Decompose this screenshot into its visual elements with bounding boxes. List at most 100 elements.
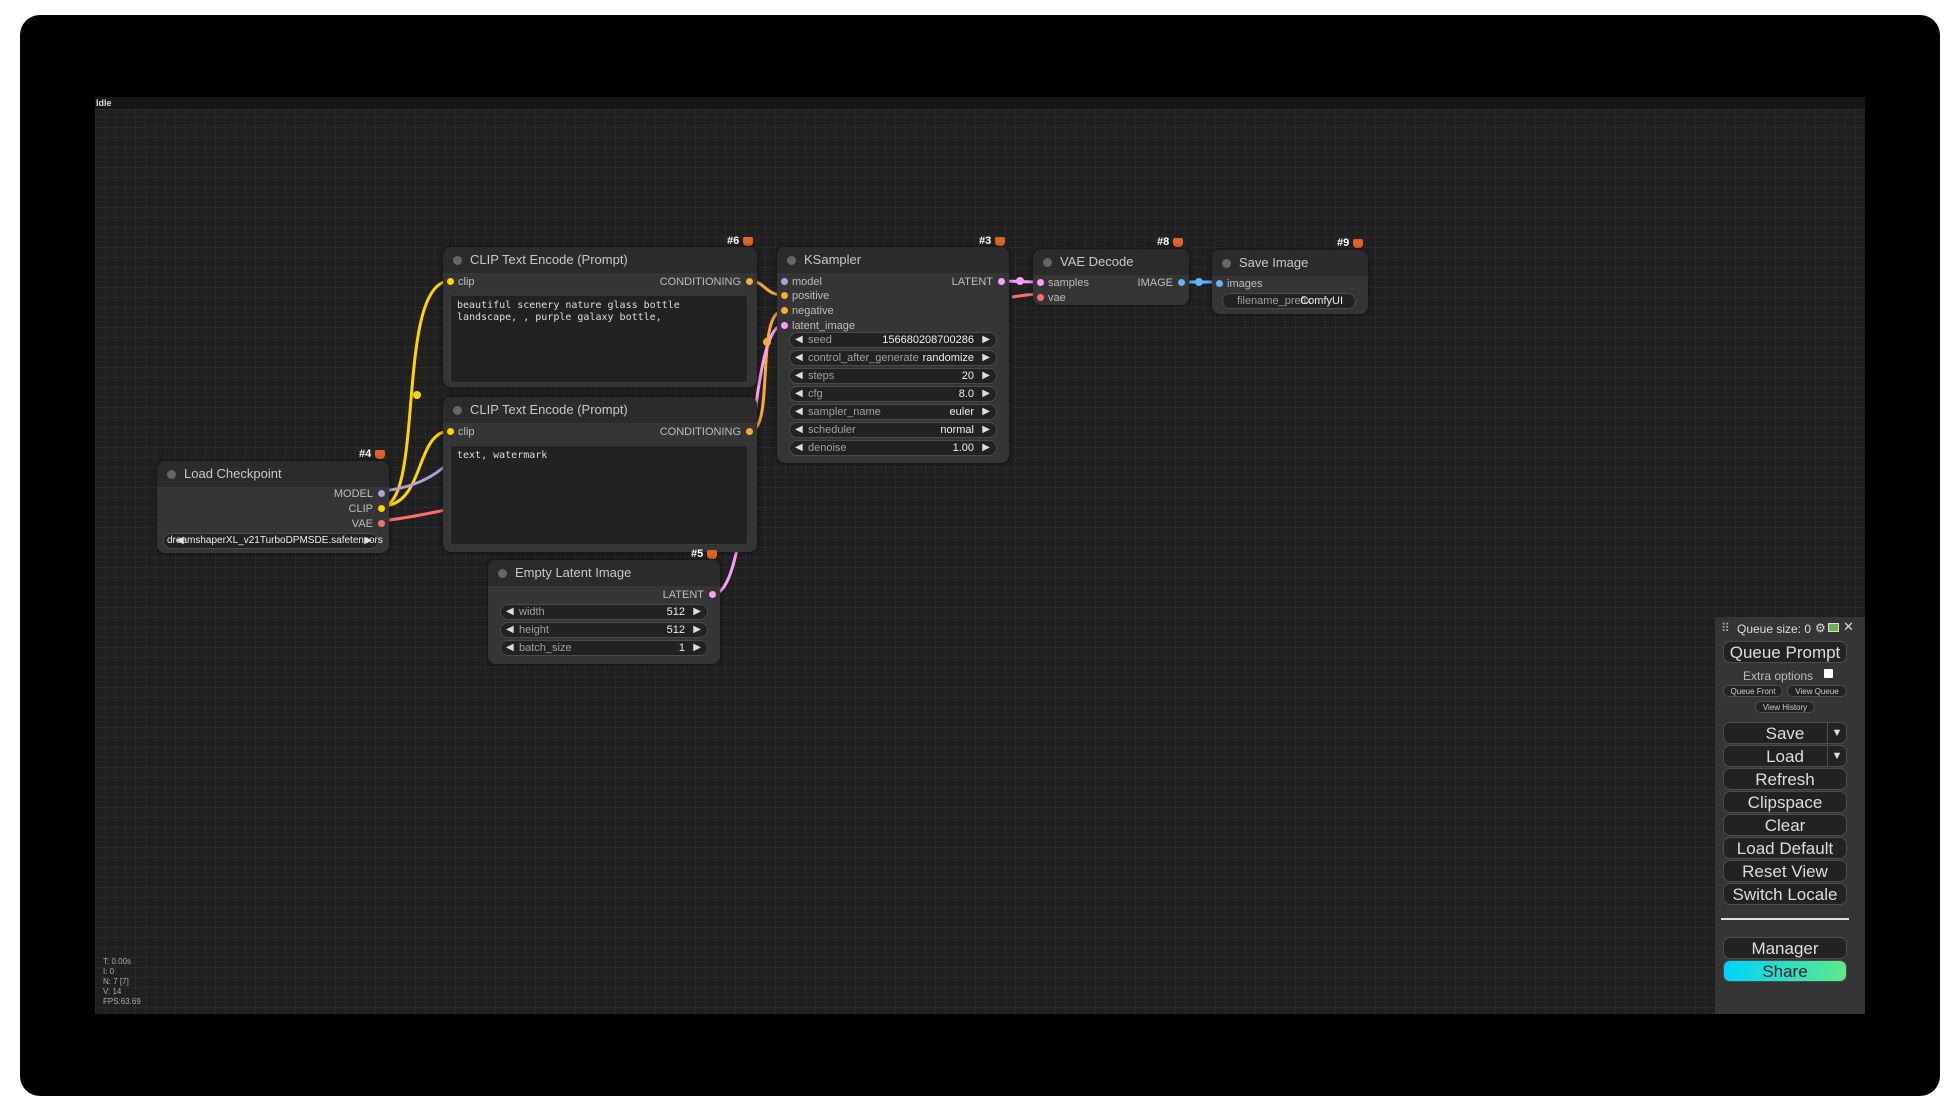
decrement-arrow-icon[interactable]: ◀ — [506, 623, 514, 637]
decrement-arrow-icon[interactable]: ◀ — [795, 441, 803, 455]
decrement-arrow-icon[interactable]: ◀ — [795, 423, 803, 437]
collapse-dot-icon[interactable] — [1043, 258, 1052, 267]
node-title[interactable]: Save Image — [1212, 250, 1368, 276]
increment-arrow-icon[interactable]: ▶ — [982, 387, 990, 401]
save-image-node[interactable]: Save Image images filename_prefix ComfyUI — [1212, 250, 1368, 314]
increment-arrow-icon[interactable]: ▶ — [982, 369, 990, 383]
load-default-button[interactable]: Load Default — [1723, 837, 1847, 859]
clear-button[interactable]: Clear — [1723, 814, 1847, 836]
decrement-arrow-icon[interactable]: ◀ — [795, 405, 803, 419]
widget-steps[interactable]: ◀ steps 20 ▶ — [789, 368, 997, 384]
collapse-dot-icon[interactable] — [453, 256, 462, 265]
input-clip-dot-icon[interactable] — [447, 428, 454, 435]
queue-menu-panel[interactable]: ⠿ Queue size: 0 ⚙ ✕ Queue Prompt Extra o… — [1715, 617, 1865, 1014]
node-title-text: CLIP Text Encode (Prompt) — [470, 402, 628, 417]
manager-button[interactable]: Manager — [1723, 937, 1847, 959]
increment-arrow-icon[interactable]: ▶ — [364, 534, 372, 548]
empty-latent-image-node[interactable]: Empty Latent Image LATENT ◀ width 512 ▶ ◀ he… — [488, 560, 720, 664]
extra-options-checkbox[interactable] — [1824, 669, 1833, 678]
switch-locale-button[interactable]: Switch Locale — [1723, 883, 1847, 905]
input-images-dot-icon[interactable] — [1216, 280, 1223, 287]
output-image-dot-icon[interactable] — [1178, 279, 1185, 286]
increment-arrow-icon[interactable]: ▶ — [982, 441, 990, 455]
widget-filename-prefix[interactable]: filename_prefix ComfyUI — [1222, 293, 1356, 309]
decrement-arrow-icon[interactable]: ◀ — [506, 641, 514, 655]
load-checkpoint-node[interactable]: Load Checkpoint MODEL CLIP VAE ◀ dreamsha… — [157, 461, 389, 553]
increment-arrow-icon[interactable]: ▶ — [982, 333, 990, 347]
increment-arrow-icon[interactable]: ▶ — [982, 351, 990, 365]
input-positive-dot-icon[interactable] — [781, 292, 788, 299]
output-model-dot-icon[interactable] — [378, 490, 385, 497]
decrement-arrow-icon[interactable]: ◀ — [795, 387, 803, 401]
widget-sampler-name[interactable]: ◀ sampler_name euler ▶ — [789, 404, 997, 420]
drag-handle-icon[interactable]: ⠿ — [1721, 621, 1730, 635]
widget-control-after-generate[interactable]: ◀ control_after_generate randomize ▶ — [789, 350, 997, 366]
close-icon[interactable]: ✕ — [1843, 619, 1854, 635]
gear-icon[interactable]: ⚙ — [1815, 621, 1826, 635]
node-title[interactable]: KSampler — [777, 247, 1009, 273]
input-negative-dot-icon[interactable] — [781, 307, 788, 314]
output-conditioning-dot-icon[interactable] — [746, 278, 753, 285]
input-latent-image-dot-icon[interactable] — [781, 322, 788, 329]
save-dropdown-icon[interactable]: ▼ — [1827, 723, 1846, 743]
output-latent-dot-icon[interactable] — [998, 278, 1005, 285]
view-queue-button[interactable]: View Queue — [1787, 685, 1847, 697]
panel-divider — [1721, 918, 1849, 920]
prompt-textarea[interactable]: text, watermark — [450, 445, 748, 545]
node-title[interactable]: Load Checkpoint — [157, 461, 389, 487]
input-vae-dot-icon[interactable] — [1037, 294, 1044, 301]
vae-decode-node[interactable]: VAE Decode samples vae IMAGE — [1033, 249, 1189, 305]
queue-prompt-button[interactable]: Queue Prompt — [1723, 641, 1847, 663]
ksampler-node[interactable]: KSampler model positive negative latent_… — [777, 247, 1009, 463]
comfyui-canvas[interactable]: Idle #6 CLIP Text Encode (Prompt) clip C… — [95, 97, 1865, 1014]
increment-arrow-icon[interactable]: ▶ — [982, 423, 990, 437]
decrement-arrow-icon[interactable]: ◀ — [795, 333, 803, 347]
input-model-label: model — [792, 276, 822, 288]
image-icon[interactable] — [1828, 623, 1839, 632]
widget-scheduler[interactable]: ◀ scheduler normal ▶ — [789, 422, 997, 438]
save-button[interactable]: Save ▼ — [1723, 722, 1847, 744]
input-samples-dot-icon[interactable] — [1037, 279, 1044, 286]
widget-ckpt-name[interactable]: ◀ dreamshaperXL_v21TurboDPMSDE.safetensor… — [163, 533, 383, 549]
output-latent-dot-icon[interactable] — [709, 591, 716, 598]
node-title[interactable]: Empty Latent Image — [488, 560, 720, 586]
refresh-button[interactable]: Refresh — [1723, 768, 1847, 790]
increment-arrow-icon[interactable]: ▶ — [693, 641, 701, 655]
decrement-arrow-icon[interactable]: ◀ — [795, 369, 803, 383]
increment-arrow-icon[interactable]: ▶ — [982, 405, 990, 419]
widget-cfg[interactable]: ◀ cfg 8.0 ▶ — [789, 386, 997, 402]
node-title[interactable]: VAE Decode — [1033, 249, 1189, 275]
clip-text-encode-positive-node[interactable]: CLIP Text Encode (Prompt) clip CONDITION… — [443, 247, 757, 387]
view-history-button[interactable]: View History — [1755, 701, 1815, 713]
queue-front-button[interactable]: Queue Front — [1723, 685, 1783, 697]
collapse-dot-icon[interactable] — [167, 470, 176, 479]
decrement-arrow-icon[interactable]: ◀ — [795, 351, 803, 365]
input-images-label: images — [1227, 278, 1263, 290]
widget-height[interactable]: ◀ height 512 ▶ — [500, 622, 708, 638]
clipspace-button[interactable]: Clipspace — [1723, 791, 1847, 813]
widget-width[interactable]: ◀ width 512 ▶ — [500, 604, 708, 620]
node-title[interactable]: CLIP Text Encode (Prompt) — [443, 397, 757, 423]
input-model-dot-icon[interactable] — [781, 278, 788, 285]
widget-denoise[interactable]: ◀ denoise 1.00 ▶ — [789, 440, 997, 456]
prompt-textarea[interactable]: beautiful scenery nature glass bottle la… — [450, 295, 748, 383]
widget-seed[interactable]: ◀ seed 156680208700286 ▶ — [789, 332, 997, 348]
node-title[interactable]: CLIP Text Encode (Prompt) — [443, 247, 757, 273]
output-conditioning-dot-icon[interactable] — [746, 428, 753, 435]
share-button[interactable]: Share — [1723, 960, 1847, 982]
increment-arrow-icon[interactable]: ▶ — [693, 623, 701, 637]
widget-batch-size[interactable]: ◀ batch_size 1 ▶ — [500, 640, 708, 656]
increment-arrow-icon[interactable]: ▶ — [693, 605, 701, 619]
collapse-dot-icon[interactable] — [1222, 259, 1231, 268]
load-dropdown-icon[interactable]: ▼ — [1827, 746, 1846, 766]
load-button[interactable]: Load ▼ — [1723, 745, 1847, 767]
reset-view-button[interactable]: Reset View — [1723, 860, 1847, 882]
output-vae-dot-icon[interactable] — [378, 520, 385, 527]
decrement-arrow-icon[interactable]: ◀ — [506, 605, 514, 619]
collapse-dot-icon[interactable] — [453, 406, 462, 415]
output-clip-dot-icon[interactable] — [378, 505, 385, 512]
collapse-dot-icon[interactable] — [787, 256, 796, 265]
input-clip-dot-icon[interactable] — [447, 278, 454, 285]
clip-text-encode-negative-node[interactable]: CLIP Text Encode (Prompt) clip CONDITION… — [443, 397, 757, 552]
collapse-dot-icon[interactable] — [498, 569, 507, 578]
